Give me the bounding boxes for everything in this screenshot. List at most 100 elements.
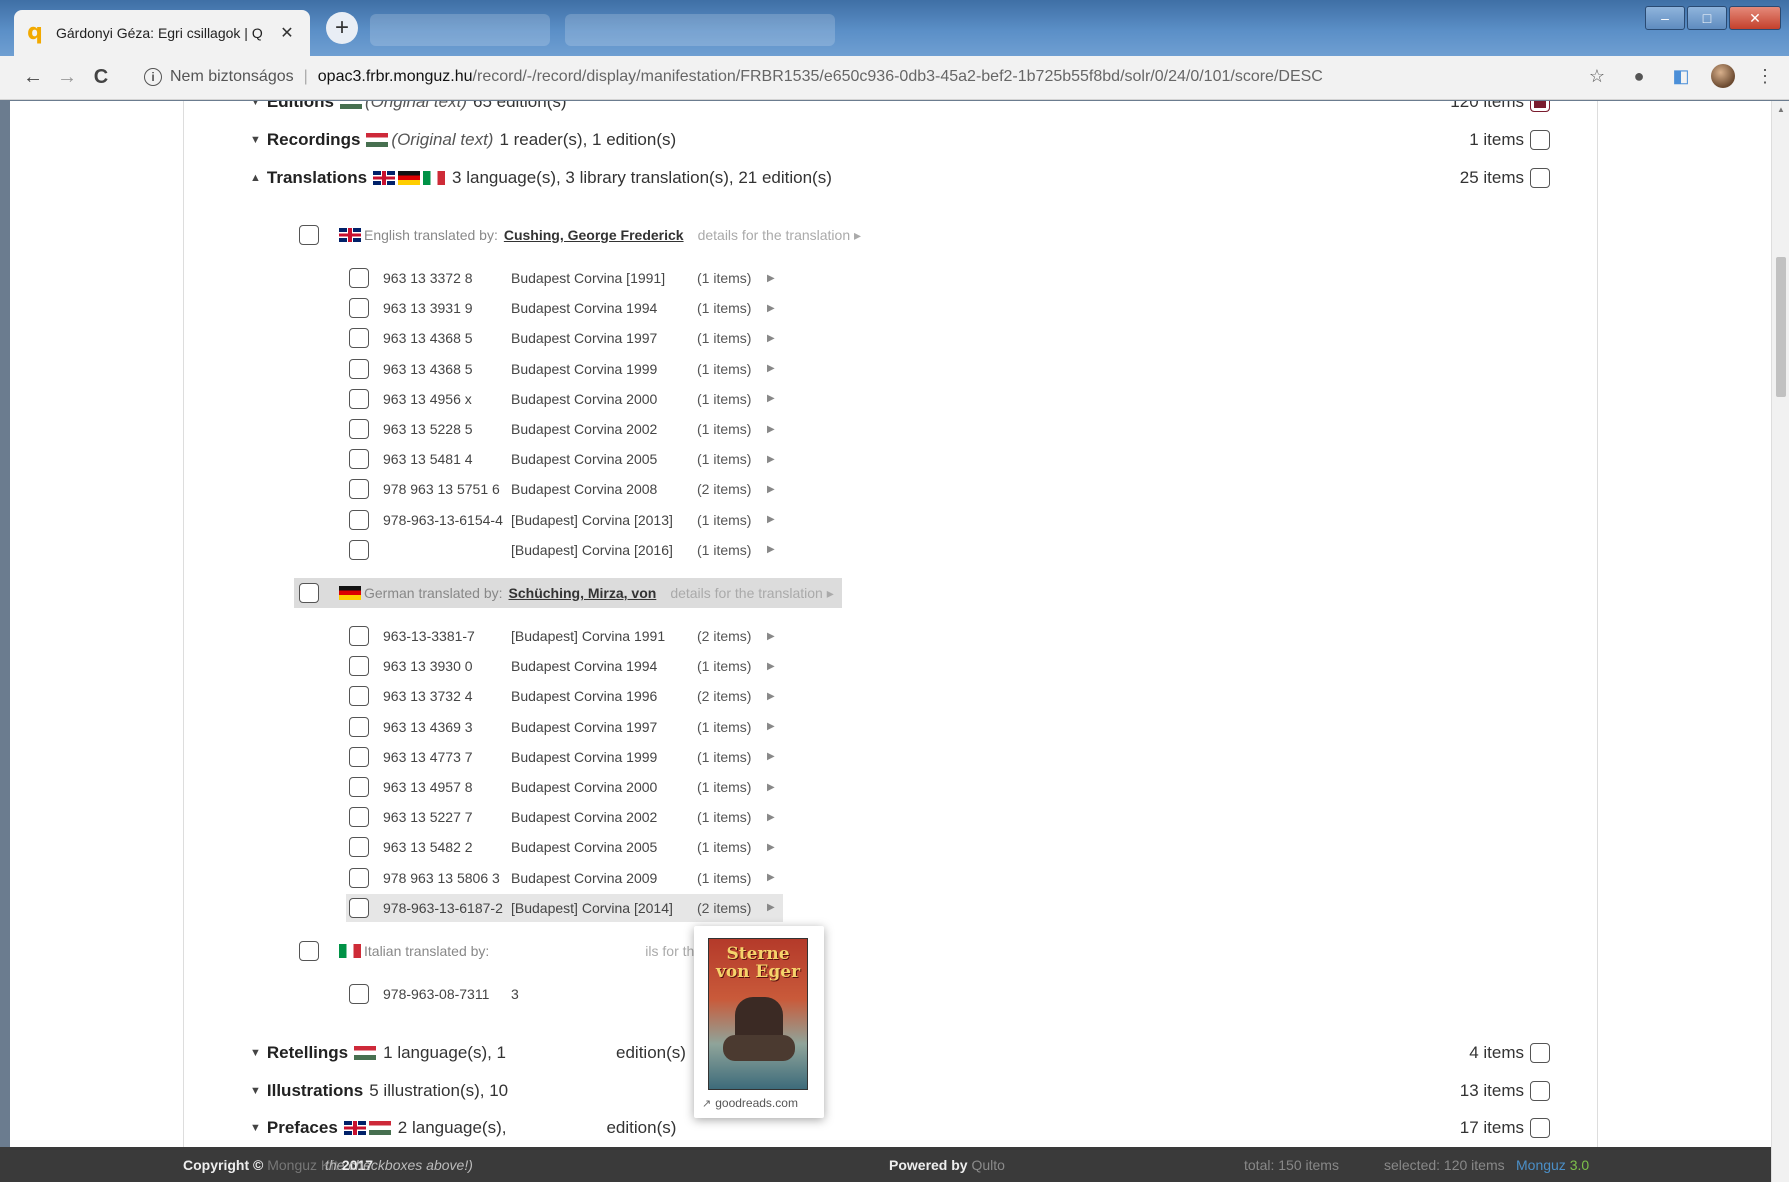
expand-edition-icon[interactable]: ▶ <box>767 273 775 284</box>
maximize-icon[interactable]: □ <box>1687 6 1727 30</box>
page-scrollbar[interactable]: ▲ <box>1771 101 1789 1182</box>
section-recordings[interactable]: ▼ Recordings (Original text) 1 reader(s)… <box>250 127 1550 153</box>
new-tab-button[interactable]: + <box>326 12 358 44</box>
edition-checkbox[interactable] <box>349 837 369 858</box>
book-cover-image[interactable]: Sterne von Eger <box>708 938 808 1090</box>
edition-checkbox[interactable] <box>349 509 369 530</box>
cover-preview-popup[interactable]: Sterne von Eger ↗ goodreads.com <box>694 926 824 1118</box>
collapse-arrow-icon[interactable]: ▼ <box>250 134 261 146</box>
expand-edition-icon[interactable]: ▶ <box>767 484 775 495</box>
edition-row[interactable]: 978-963-13-6154-4 [Budapest] Corvina [201… <box>346 506 783 534</box>
select-recordings-checkbox[interactable] <box>1530 130 1550 150</box>
edition-row[interactable]: 963 13 3732 4 Budapest Corvina 1996 (2 ite… <box>346 682 783 710</box>
edition-row[interactable]: 963 13 4956 x Budapest Corvina 2000 (1 ite… <box>346 385 783 413</box>
bookmark-star-icon[interactable]: ☆ <box>1583 62 1611 90</box>
select-translation-checkbox[interactable] <box>299 225 319 245</box>
edition-checkbox[interactable] <box>349 656 369 677</box>
window-close-icon[interactable]: ✕ <box>1729 6 1781 30</box>
edition-checkbox[interactable] <box>349 328 369 349</box>
expand-edition-icon[interactable]: ▶ <box>767 842 775 853</box>
section-illustrations[interactable]: ▼ Illustrations 5 illustration(s), 10 13… <box>250 1078 1550 1104</box>
expand-edition-icon[interactable]: ▶ <box>767 661 775 672</box>
collapse-arrow-icon[interactable]: ▼ <box>250 1047 261 1059</box>
powered-brand-link[interactable]: Qulto <box>971 1157 1004 1173</box>
collapse-arrow-icon[interactable]: ▼ <box>250 101 261 108</box>
scrollbar-thumb[interactable] <box>1776 257 1786 397</box>
browser-menu-icon[interactable]: ⋮ <box>1751 62 1779 90</box>
edition-row[interactable]: 963 13 5227 7 Budapest Corvina 2002 (1 ite… <box>346 803 783 831</box>
edition-row[interactable]: 963 13 5228 5 Budapest Corvina 2002 (1 ite… <box>346 415 783 443</box>
select-illustrations-checkbox[interactable] <box>1530 1081 1550 1101</box>
select-translation-checkbox[interactable] <box>299 941 319 961</box>
expand-edition-icon[interactable]: ▶ <box>767 514 775 525</box>
reload-icon[interactable]: C <box>84 61 118 95</box>
cover-source-link[interactable]: ↗ goodreads.com <box>702 1096 798 1110</box>
forward-icon[interactable]: → <box>50 61 84 95</box>
expand-arrow-icon[interactable]: ▲ <box>250 172 261 184</box>
section-editions[interactable]: ▼ Editions (Original text) 65 edition(s)… <box>250 101 1550 115</box>
scroll-up-arrow-icon[interactable]: ▲ <box>1777 105 1785 114</box>
expand-edition-icon[interactable]: ▶ <box>767 363 775 374</box>
select-translation-checkbox[interactable] <box>299 583 319 603</box>
edition-row[interactable]: 963 13 3931 9 Budapest Corvina 1994 (1 ite… <box>346 294 783 322</box>
edition-checkbox[interactable] <box>349 777 369 797</box>
edition-checkbox[interactable] <box>349 539 369 560</box>
collapse-arrow-icon[interactable]: ▼ <box>250 1122 261 1134</box>
edition-checkbox[interactable] <box>349 897 369 918</box>
expand-edition-icon[interactable]: ▶ <box>767 782 775 793</box>
edition-checkbox[interactable] <box>349 686 369 707</box>
expand-edition-icon[interactable]: ▶ <box>767 303 775 314</box>
translator-link[interactable]: Schüching, Mirza, von <box>509 585 657 601</box>
edition-checkbox[interactable] <box>349 746 369 767</box>
profile-avatar[interactable] <box>1709 62 1737 90</box>
edition-row[interactable]: 978 963 13 5806 3 Budapest Corvina 2009 (1… <box>346 864 783 892</box>
edition-checkbox[interactable] <box>349 449 369 470</box>
select-retellings-checkbox[interactable] <box>1530 1043 1550 1063</box>
edition-checkbox[interactable] <box>349 358 369 379</box>
expand-edition-icon[interactable]: ▶ <box>767 721 775 732</box>
extension-doc-icon[interactable]: ◧ <box>1667 62 1695 90</box>
expand-edition-icon[interactable]: ▶ <box>767 393 775 404</box>
section-prefaces[interactable]: ▼ Prefaces 2 language(s), edition(s) 17 … <box>250 1115 1550 1141</box>
back-icon[interactable]: ← <box>16 61 50 95</box>
security-label[interactable]: Nem biztonságos <box>170 68 294 86</box>
edition-checkbox[interactable] <box>349 388 369 409</box>
edition-row[interactable]: 963 13 4368 5 Budapest Corvina 1997 (1 ite… <box>346 324 783 352</box>
expand-edition-icon[interactable]: ▶ <box>767 424 775 435</box>
expand-edition-icon[interactable]: ▶ <box>767 812 775 823</box>
edition-row[interactable]: 963 13 4957 8 Budapest Corvina 2000 (1 ite… <box>346 773 783 801</box>
expand-edition-icon[interactable]: ▶ <box>767 454 775 465</box>
edition-row[interactable]: 963 13 3372 8 Budapest Corvina [1991] (1 i… <box>346 264 783 292</box>
edition-row[interactable]: 963 13 4368 5 Budapest Corvina 1999 (1 ite… <box>346 355 783 383</box>
browser-tab-active[interactable]: q Gárdonyi Géza: Egri csillagok | Q ✕ <box>14 10 310 56</box>
select-prefaces-checkbox[interactable] <box>1530 1118 1550 1138</box>
background-tab[interactable] <box>565 14 835 46</box>
section-translations[interactable]: ▲ Translations 3 language(s), 3 library … <box>250 165 1550 191</box>
edition-row[interactable]: 978-963-13-6187-2 [Budapest] Corvina [201… <box>346 893 783 922</box>
extension-circle-icon[interactable]: ● <box>1625 62 1653 90</box>
edition-row[interactable]: 963 13 5482 2 Budapest Corvina 2005 (1 ite… <box>346 833 783 861</box>
expand-edition-icon[interactable]: ▶ <box>767 631 775 642</box>
section-retellings[interactable]: ▼ Retellings 1 language(s), 1 edition(s)… <box>250 1040 1550 1066</box>
select-editions-checkbox[interactable] <box>1530 101 1550 112</box>
edition-row[interactable]: 978 963 13 5751 6 Budapest Corvina 2008 (2… <box>346 475 783 503</box>
edition-checkbox[interactable] <box>349 867 369 888</box>
expand-edition-icon[interactable]: ▶ <box>767 872 775 883</box>
expand-edition-icon[interactable]: ▶ <box>767 333 775 344</box>
edition-checkbox[interactable] <box>349 419 369 439</box>
edition-checkbox[interactable] <box>349 298 369 319</box>
edition-checkbox[interactable] <box>349 268 369 288</box>
edition-row[interactable]: 963 13 3930 0 Budapest Corvina 1994 (1 ite… <box>346 652 783 680</box>
translation-details-link[interactable]: details for the translation ▸ <box>670 585 833 602</box>
edition-row[interactable]: 963 13 4369 3 Budapest Corvina 1997 (1 ite… <box>346 713 783 741</box>
background-tab[interactable] <box>370 14 550 46</box>
expand-edition-icon[interactable]: ▶ <box>767 902 775 913</box>
translator-link[interactable]: Cushing, George Frederick <box>504 227 684 243</box>
edition-row[interactable]: 963-13-3381-7 [Budapest] Corvina 1991 (2 i… <box>346 622 783 650</box>
edition-row[interactable]: 963 13 5481 4 Budapest Corvina 2005 (1 ite… <box>346 445 783 473</box>
edition-row[interactable]: 963 13 4773 7 Budapest Corvina 1999 (1 ite… <box>346 743 783 771</box>
edition-checkbox[interactable] <box>349 807 369 828</box>
select-translations-checkbox[interactable] <box>1530 168 1550 188</box>
edition-checkbox[interactable] <box>349 984 369 1004</box>
expand-edition-icon[interactable]: ▶ <box>767 751 775 762</box>
